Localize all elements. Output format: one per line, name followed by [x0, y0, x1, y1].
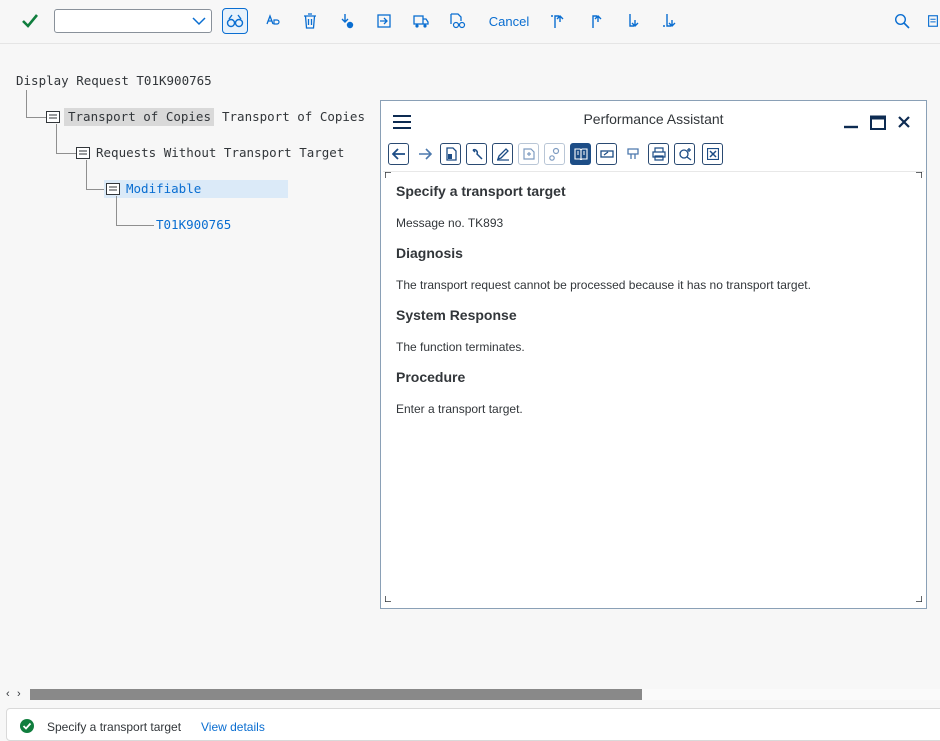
text-edit-icon [266, 14, 280, 25]
first-page-button[interactable] [547, 8, 569, 34]
object-list-button[interactable] [446, 8, 468, 34]
folder-open-icon[interactable] [76, 147, 90, 159]
performance-assistant-window: Performance Assistant Specify a transpor… [380, 100, 927, 609]
create-button[interactable] [518, 143, 539, 165]
import-button[interactable] [373, 8, 395, 34]
horizontal-scrollbar[interactable]: ‹ › [0, 686, 940, 704]
corner-mark [385, 596, 391, 602]
hint-button[interactable] [622, 143, 643, 165]
chevron-down-icon[interactable] [191, 14, 207, 28]
documentation-button[interactable] [570, 143, 591, 165]
delete-button[interactable] [299, 8, 321, 34]
procedure-heading: Procedure [396, 369, 466, 385]
status-bar: Specify a transport target View details [6, 708, 940, 741]
tree-node-description: Transport of Copies [222, 109, 365, 124]
scroll-right-icon[interactable]: › [17, 688, 21, 700]
command-field[interactable] [54, 9, 212, 33]
tree-node-request[interactable]: T01K900765 [156, 216, 231, 234]
previous-page-button[interactable] [585, 8, 607, 34]
diagnosis-heading: Diagnosis [396, 245, 463, 261]
search-icon [894, 13, 910, 29]
cancel-button[interactable]: Cancel [484, 8, 534, 34]
arrow-left-icon [391, 148, 405, 160]
text-edit-button[interactable] [262, 8, 284, 34]
book-icon [573, 148, 588, 160]
status-message: Specify a transport target [47, 720, 182, 734]
next-page-button[interactable] [622, 8, 644, 34]
display-glasses-icon [226, 14, 244, 28]
assistant-heading: Specify a transport target [396, 183, 566, 199]
message-number: Message no. TK893 [396, 216, 504, 230]
corner-mark [385, 172, 391, 178]
application-toolbar: Cancel [0, 0, 940, 44]
note-icon [522, 148, 535, 160]
first-page-icon [551, 15, 564, 28]
scroll-left-icon[interactable]: ‹ [6, 688, 10, 700]
view-details-link[interactable]: View details [201, 720, 265, 734]
minimize-icon[interactable] [843, 113, 859, 129]
person-icon [548, 147, 559, 161]
more-button[interactable] [926, 8, 940, 34]
diagnosis-text: The transport request cannot be processe… [396, 278, 811, 292]
check-icon[interactable] [18, 8, 42, 34]
display-glasses-button[interactable] [222, 8, 248, 34]
previous-page-icon [592, 15, 602, 28]
tree-root-label: Display Request T01K900765 [16, 73, 212, 88]
input-field-icon [599, 150, 614, 158]
tree-node-requests-without-target[interactable]: Requests Without Transport Target [96, 144, 344, 162]
folder-open-icon[interactable] [46, 111, 60, 123]
assistant-content: Specify a transport target Message no. T… [383, 171, 924, 604]
back-button[interactable] [388, 143, 409, 165]
release-icon [341, 14, 354, 29]
print-icon [651, 147, 666, 161]
object-list-icon [450, 13, 466, 29]
search-button[interactable] [891, 8, 913, 34]
technical-info-button[interactable] [440, 143, 461, 165]
zoom-button[interactable] [674, 143, 695, 165]
zoom-in-icon [678, 148, 691, 161]
last-page-icon [663, 14, 676, 27]
document-icon [445, 147, 457, 161]
forward-button[interactable] [414, 143, 435, 165]
maximize-icon[interactable] [870, 115, 886, 130]
procedure-text: Enter a transport target. [396, 402, 523, 416]
user-button[interactable] [544, 143, 565, 165]
input-help-button[interactable] [596, 143, 617, 165]
more-icon [928, 15, 938, 27]
folder-open-icon[interactable] [106, 183, 120, 195]
system-response-heading: System Response [396, 307, 517, 323]
release-button[interactable] [336, 8, 358, 34]
settings-button[interactable] [466, 143, 487, 165]
scrollbar-track[interactable] [642, 689, 940, 700]
system-response-text: The function terminates. [396, 340, 525, 354]
hint-icon [626, 148, 639, 159]
close-assistant-button[interactable] [702, 143, 723, 165]
tree-node-transport-of-copies[interactable]: Transport of Copies [68, 108, 211, 126]
edit-button[interactable] [492, 143, 513, 165]
resize-grip-icon[interactable] [916, 596, 922, 602]
print-button[interactable] [648, 143, 669, 165]
import-icon [377, 14, 391, 28]
wrench-icon [471, 148, 483, 160]
arrow-right-icon [418, 148, 432, 160]
transport-truck-button[interactable] [410, 8, 432, 34]
scrollbar-thumb[interactable] [30, 689, 642, 700]
transport-truck-icon [413, 15, 429, 28]
edit-icon [496, 148, 509, 161]
delete-icon [304, 13, 316, 29]
corner-mark [916, 172, 922, 178]
last-page-button[interactable] [659, 8, 681, 34]
tree-node-modifiable[interactable]: Modifiable [126, 180, 201, 198]
next-page-icon [629, 14, 639, 27]
close-icon[interactable] [897, 115, 911, 129]
close-box-icon [706, 148, 719, 160]
success-icon [20, 719, 34, 733]
